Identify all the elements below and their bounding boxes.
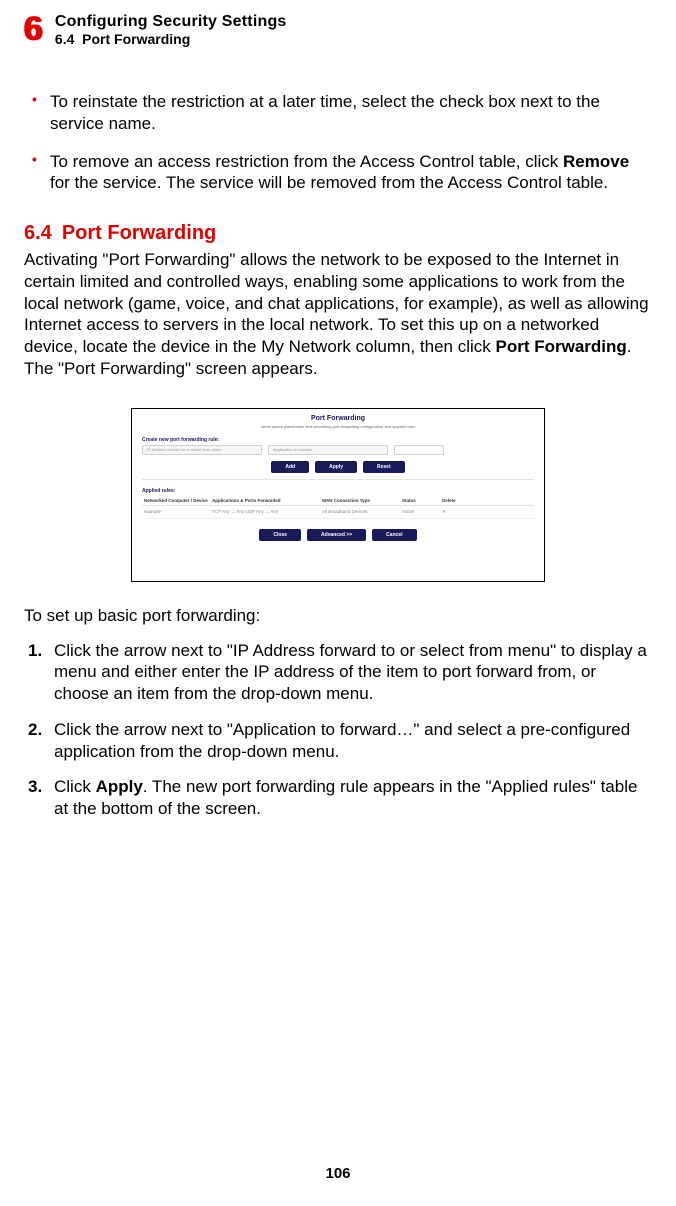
figure-app-select: Application to forward...	[268, 445, 388, 455]
figure-subtitle: lorem ipsum placeholder text describing …	[132, 424, 544, 429]
figure-applied-label: Applied rules:	[142, 488, 544, 494]
steps-list: Click the arrow next to "IP Address forw…	[24, 640, 652, 820]
figure-cancel-button: Cancel	[372, 529, 416, 541]
figure-title: Port Forwarding	[132, 415, 544, 422]
bullet-bold: Remove	[563, 152, 629, 171]
figure-rule-label: Create new port forwarding rule:	[142, 437, 544, 443]
figure-td: Active	[402, 509, 442, 515]
figure-table-header: Networked Computer / Device Applications…	[142, 496, 534, 506]
figure-th: Applications & Ports Forwarded	[212, 498, 322, 503]
header-section-subtitle: 6.4 Port Forwarding	[55, 31, 287, 47]
header-section-number: 6.4	[55, 31, 74, 47]
port-forwarding-screenshot: Port Forwarding lorem ipsum placeholder …	[131, 408, 545, 582]
figure-td: TCP Any → Any UDP Any → Any	[212, 509, 322, 515]
figure-buttons-row-1: Add Apply Reset	[132, 461, 544, 473]
figure-td: ✕	[442, 509, 482, 515]
chapter-title: Configuring Security Settings	[55, 13, 287, 31]
step-item: Click the arrow next to "Application to …	[28, 719, 652, 763]
bullet-prefix: To remove an access restriction from the…	[50, 152, 563, 171]
figure-ip-select: IP Address forward to or select from men…	[142, 445, 262, 455]
page-header: 6 Configuring Security Settings 6.4 Port…	[24, 10, 652, 47]
intro-bullet-list: To reinstate the restriction at a later …	[28, 91, 652, 194]
figure-th: Status	[402, 498, 442, 503]
intro-bold: Port Forwarding	[496, 337, 627, 356]
step-text: Click the arrow next to "IP Address forw…	[54, 641, 647, 704]
figure-td: All Broadband Devices	[322, 509, 402, 515]
figure-container: Port Forwarding lorem ipsum placeholder …	[24, 408, 652, 582]
step-prefix: Click	[54, 777, 96, 796]
figure-reset-button: Reset	[363, 461, 405, 473]
header-titles: Configuring Security Settings 6.4 Port F…	[55, 10, 287, 47]
chapter-number-badge: 6	[24, 10, 43, 46]
header-section-title: Port Forwarding	[82, 31, 190, 47]
figure-text-input	[394, 445, 444, 455]
figure-th: Networked Computer / Device	[142, 498, 212, 503]
figure-apply-button: Apply	[315, 461, 357, 473]
figure-buttons-row-2: Close Advanced >> Cancel	[132, 529, 544, 541]
figure-add-button: Add	[271, 461, 309, 473]
section-number: 6.4	[24, 222, 52, 245]
bullet-item: To remove an access restriction from the…	[28, 151, 652, 195]
step-bold: Apply	[96, 777, 143, 796]
bullet-text: To reinstate the restriction at a later …	[50, 92, 600, 133]
bullet-item: To reinstate the restriction at a later …	[28, 91, 652, 135]
figure-td: example	[142, 509, 212, 515]
step-item: Click Apply. The new port forwarding rul…	[28, 776, 652, 820]
figure-table-row: example TCP Any → Any UDP Any → Any All …	[142, 506, 534, 519]
setup-intro-line: To set up basic port forwarding:	[24, 606, 652, 626]
figure-inputs-row: IP Address forward to or select from men…	[142, 445, 534, 455]
step-item: Click the arrow next to "IP Address forw…	[28, 640, 652, 705]
intro-paragraph: Activating "Port Forwarding" allows the …	[24, 249, 652, 380]
figure-th: WAN Connection Type	[322, 498, 402, 503]
page-content: To reinstate the restriction at a later …	[24, 91, 652, 820]
figure-advanced-button: Advanced >>	[307, 529, 366, 541]
section-title: Port Forwarding	[62, 222, 216, 245]
step-text: Click the arrow next to "Application to …	[54, 720, 630, 761]
figure-applied-table: Networked Computer / Device Applications…	[142, 496, 534, 519]
figure-th: Delete	[442, 498, 482, 503]
figure-divider	[142, 479, 534, 480]
bullet-suffix: for the service. The service will be rem…	[50, 173, 608, 192]
figure-close-button: Close	[259, 529, 301, 541]
section-heading: 6.4 Port Forwarding	[24, 222, 652, 245]
page-number: 106	[0, 1165, 676, 1182]
